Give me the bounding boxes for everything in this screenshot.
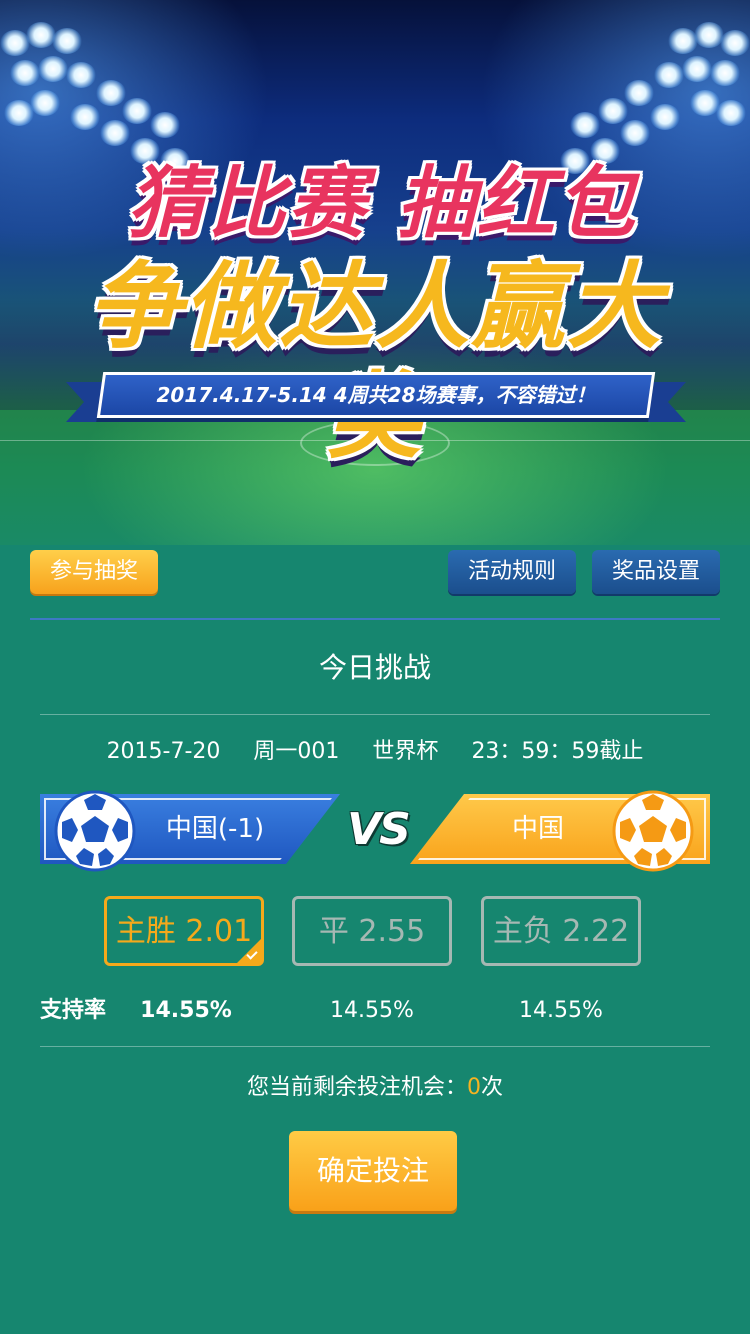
hero-banner: 猜比赛 抽红包 争做达人赢大奖 2017.4.17-5.14 4周共28场赛事，… — [0, 0, 750, 545]
remaining-chances-count: 0 — [467, 1075, 481, 1100]
support-rate-draw: 14.55% — [330, 998, 414, 1023]
banner-ribbon: 2017.4.17-5.14 4周共28场赛事，不容错过！ — [66, 368, 686, 432]
prize-settings-button[interactable]: 奖品设置 — [592, 550, 720, 594]
page: 猜比赛 抽红包 争做达人赢大奖 2017.4.17-5.14 4周共28场赛事，… — [0, 0, 750, 1334]
match-date: 2015-7-20 — [106, 739, 221, 764]
support-rate-lose: 14.55% — [519, 998, 603, 1023]
soccer-ball-icon — [612, 790, 694, 872]
stadium-lights-left — [0, 20, 220, 180]
soccer-ball-icon — [54, 790, 136, 872]
vs-label: VS — [347, 804, 411, 855]
support-rate-win: 14.55% — [140, 998, 232, 1023]
match-number: 周一001 — [253, 739, 340, 764]
challenge-title: 今日挑战 — [318, 651, 431, 684]
remaining-chances-suffix: 次 — [481, 1075, 504, 1100]
remaining-chances-prefix: 您当前剩余投注机会： — [246, 1075, 467, 1100]
away-team-name: 中国 — [511, 814, 564, 844]
odds-home-win-label: 主胜 2.01 — [115, 914, 253, 949]
divider — [40, 1046, 710, 1047]
odds-draw-label: 平 2.55 — [318, 914, 426, 949]
match-deadline: 23：59：59截止 — [471, 739, 644, 764]
stadium-lights-right — [530, 20, 750, 180]
remaining-chances: 您当前剩余投注机会：0次 — [0, 1070, 750, 1106]
odds-home-lose-label: 主负 2.22 — [492, 914, 630, 949]
home-team-name: 中国(-1) — [165, 814, 265, 844]
join-lottery-button[interactable]: 参与抽奖 — [30, 550, 158, 594]
support-rate-label: 支持率 — [40, 998, 107, 1023]
banner-title-line2: 争做达人赢大奖 — [86, 252, 663, 472]
odds-home-win-button[interactable]: 主胜 2.01 — [104, 896, 264, 966]
confirm-bet-button[interactable]: 确定投注 — [289, 1131, 457, 1211]
rules-button[interactable]: 活动规则 — [448, 550, 576, 594]
match-league: 世界杯 — [372, 739, 439, 764]
divider — [40, 714, 710, 715]
divider — [30, 618, 720, 620]
match-info: 2015-7-20 周一001 世界杯 23：59：59截止 — [0, 730, 750, 774]
banner-title-line1: 猜比赛 抽红包 — [127, 158, 637, 249]
odds-draw-button[interactable]: 平 2.55 — [292, 896, 452, 966]
ribbon-text: 2017.4.17-5.14 4周共28场赛事，不容错过！ — [156, 383, 596, 407]
odds-home-lose-button[interactable]: 主负 2.22 — [481, 896, 641, 966]
